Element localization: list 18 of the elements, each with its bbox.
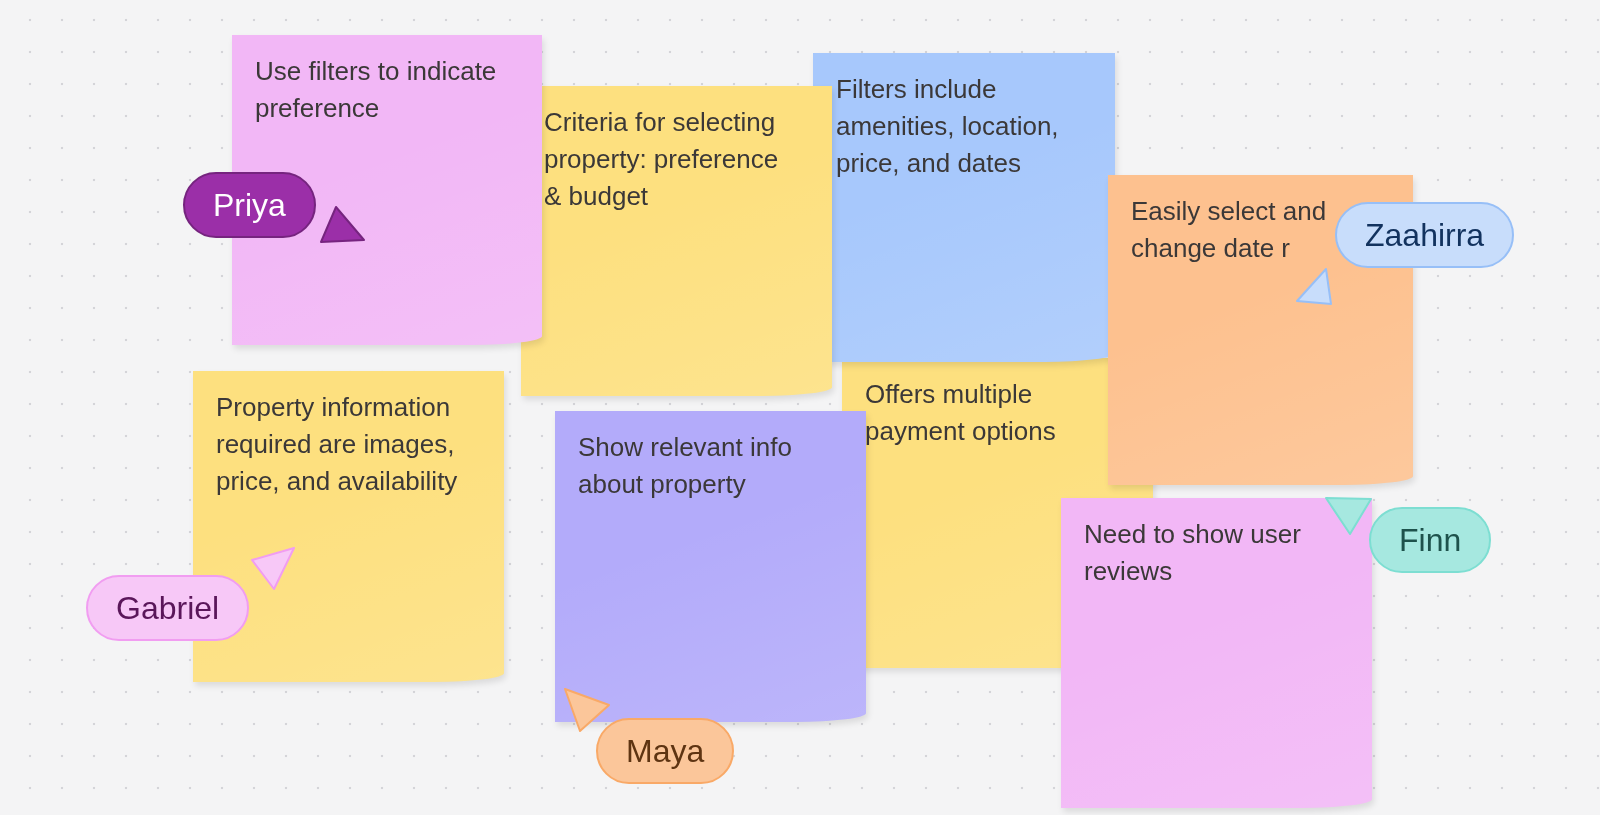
note-text: Criteria for selecting property: preference & budget: [544, 107, 779, 211]
note-text: Need to show user reviews: [1084, 519, 1301, 586]
note-text: Offers multiple payment options: [865, 379, 1056, 446]
collaborator-name-label: Maya: [596, 718, 735, 784]
note-text: Property information required are images, price, and availability: [216, 392, 458, 496]
note-text: Show relevant info about property: [578, 432, 792, 499]
cursor-pointer-icon: [250, 546, 296, 591]
cursor-pointer-icon: [319, 205, 366, 244]
note-text: Filters include amenities, location, price, and dates: [836, 74, 1059, 178]
note-text: Easily select and change date r: [1131, 196, 1327, 263]
cursor-pointer-icon: [1324, 496, 1373, 536]
cursor-pointer-icon: [563, 687, 611, 733]
collaborator-name-label: Zaahirra: [1335, 202, 1515, 268]
collaborator-name-label: Gabriel: [86, 575, 250, 641]
note-text: Use filters to indicate preference: [255, 56, 497, 123]
collaborator-name-label: Finn: [1369, 507, 1492, 573]
cursor-pointer-icon: [1295, 267, 1333, 306]
collaborator-name-label: Priya: [183, 172, 316, 238]
